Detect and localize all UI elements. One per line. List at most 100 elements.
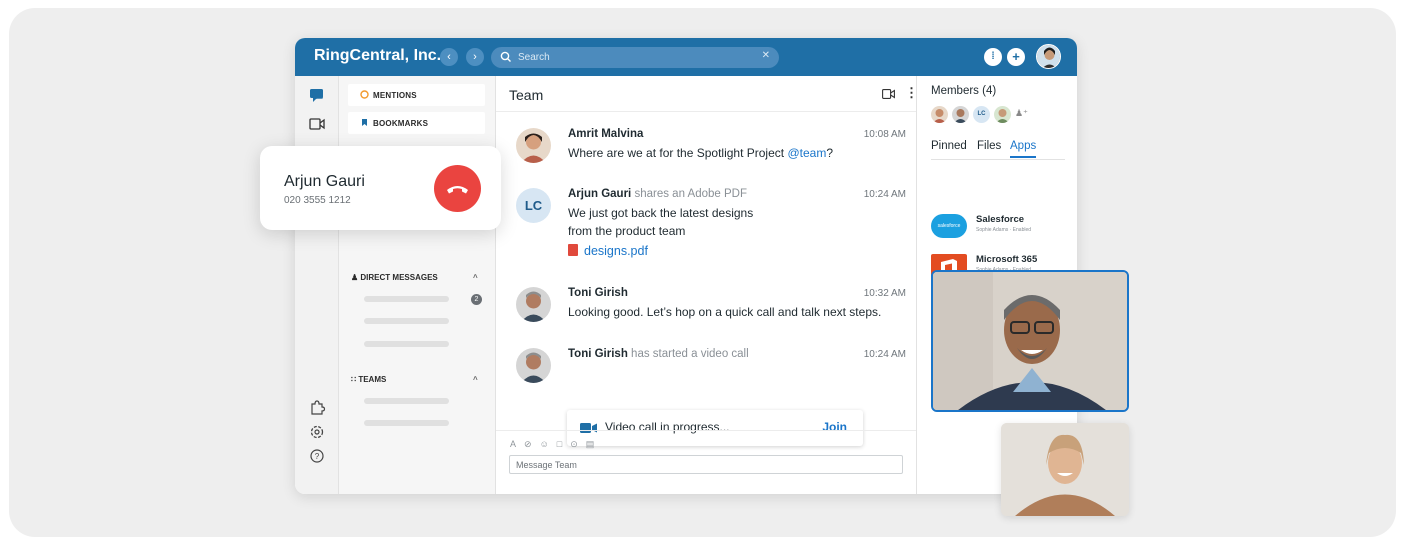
mentions-item[interactable]: MENTIONS [348, 84, 485, 106]
message-text: Looking good. Let’s hop on a quick call … [568, 305, 882, 319]
team-placeholder[interactable] [364, 420, 449, 426]
participant-video-tile[interactable] [1001, 423, 1129, 516]
message: LC Arjun Gauri shares an Adobe PDF 10:24… [516, 188, 911, 268]
search-box[interactable]: ✕ [491, 47, 779, 68]
direct-messages-header[interactable]: ♟ DIRECT MESSAGES ^ [351, 273, 478, 282]
tab-pinned[interactable]: Pinned [931, 140, 967, 152]
dialpad-icon[interactable]: ⁞ [984, 48, 1002, 66]
dm-placeholder[interactable] [364, 318, 449, 324]
caller-number: 020 3555 1212 [284, 195, 351, 206]
app-name: Microsoft 365 [976, 254, 1038, 265]
attach-icon[interactable]: ⊘ [524, 439, 540, 449]
bookmarks-item[interactable]: BOOKMARKS [348, 112, 485, 134]
message-time: 10:08 AM [863, 129, 906, 140]
conversation-sidebar: MENTIONS BOOKMARKS ♟ DIRECT MESSAGES ^ 2… [339, 76, 496, 494]
gif-icon[interactable]: □ [557, 439, 570, 449]
svg-text:?: ? [315, 452, 320, 461]
message-input[interactable] [509, 455, 903, 474]
member-avatar[interactable] [931, 106, 948, 123]
app-status: Sophie Adams · Enabled [976, 227, 1032, 233]
teams-icon: ∷ [351, 375, 357, 384]
message-author[interactable]: Amrit Malvina [568, 128, 643, 140]
message: Toni Girish has started a video call 10:… [516, 348, 911, 388]
app-item-salesforce[interactable]: salesforce Salesforce Sophie Adams · Ena… [931, 214, 1071, 250]
new-action-icon[interactable]: + [1007, 48, 1025, 66]
note-icon[interactable]: ▤ [586, 439, 603, 449]
file-name[interactable]: designs.pdf [584, 244, 648, 258]
members-label[interactable]: Members (4) [931, 85, 996, 97]
message-author[interactable]: Toni Girish has started a video call [568, 348, 749, 360]
chat-header: Team ⋮ [496, 76, 918, 112]
member-avatar[interactable]: LC [973, 106, 990, 123]
chevron-up-icon[interactable]: ^ [473, 273, 478, 282]
message-author[interactable]: Toni Girish [568, 287, 628, 299]
person-icon: ♟ [351, 273, 359, 282]
video-call-icon[interactable] [882, 89, 895, 99]
participant-video-tile[interactable] [931, 270, 1129, 412]
avatar[interactable]: LC [516, 188, 551, 223]
conversation-title: Team [509, 87, 544, 103]
help-icon[interactable]: ? [307, 446, 327, 466]
member-avatar[interactable] [952, 106, 969, 123]
messages-icon[interactable] [307, 86, 327, 106]
avatar[interactable] [516, 287, 551, 322]
dm-placeholder[interactable] [364, 296, 449, 302]
apps-puzzle-icon[interactable] [307, 398, 327, 418]
search-icon [500, 51, 511, 62]
message-text: from the product team [568, 224, 686, 238]
forward-button[interactable]: › [466, 48, 484, 66]
search-input[interactable] [518, 49, 748, 66]
message: Toni Girish 10:32 AM Looking good. Let’s… [516, 287, 911, 327]
message-time: 10:24 AM [863, 349, 906, 360]
dm-placeholder[interactable] [364, 341, 449, 347]
pdf-icon [568, 244, 578, 256]
tab-files[interactable]: Files [977, 140, 1001, 152]
message-time: 10:32 AM [863, 288, 906, 299]
composer-toolbar: A⊘☺□⊙▤ [510, 439, 602, 450]
mention-tool-icon[interactable]: ⊙ [570, 439, 586, 449]
tab-apps[interactable]: Apps [1010, 140, 1037, 158]
chat-panel: Team ⋮ Amrit Malvina 10:08 AM Where are … [496, 76, 918, 494]
app-window: RingCentral, Inc. ‹ › ✕ ⁞ + ? MENTIONS B… [295, 38, 1077, 494]
teams-header[interactable]: ∷ TEAMS ^ [351, 375, 478, 384]
mention-icon [360, 90, 369, 99]
back-button[interactable]: ‹ [440, 48, 458, 66]
caller-name: Arjun Gauri [284, 173, 365, 190]
details-tabs: Pinned Files Apps [931, 140, 1065, 160]
salesforce-logo: salesforce [931, 214, 967, 238]
top-bar: RingCentral, Inc. ‹ › ✕ ⁞ + [295, 38, 1077, 76]
avatar[interactable] [516, 348, 551, 383]
participant-video-image [1001, 423, 1129, 516]
unread-badge: 2 [471, 294, 482, 305]
bookmark-icon [362, 119, 367, 126]
format-icon[interactable]: A [510, 439, 524, 449]
mentions-label: MENTIONS [373, 91, 417, 100]
team-placeholder[interactable] [364, 398, 449, 404]
message: Amrit Malvina 10:08 AM Where are we at f… [516, 128, 911, 168]
teams-label: TEAMS [358, 375, 387, 384]
add-member-icon[interactable]: ♟⁺ [1015, 108, 1028, 119]
message-text: Where are we at for the Spotlight Projec… [568, 146, 833, 160]
left-rail: ? [295, 76, 339, 494]
avatar[interactable] [516, 128, 551, 163]
team-mention-link[interactable]: @team [787, 146, 826, 160]
message-composer: A⊘☺□⊙▤ [496, 430, 916, 494]
chevron-up-icon[interactable]: ^ [473, 375, 478, 384]
direct-messages-label: DIRECT MESSAGES [360, 273, 438, 282]
clear-search-icon[interactable]: ✕ [762, 50, 770, 61]
bookmarks-label: BOOKMARKS [373, 119, 429, 128]
user-avatar[interactable] [1036, 44, 1061, 69]
message-text: We just got back the latest designs [568, 206, 754, 220]
message-author[interactable]: Arjun Gauri shares an Adobe PDF [568, 188, 747, 200]
emoji-icon[interactable]: ☺ [540, 439, 557, 449]
video-icon[interactable] [307, 114, 327, 134]
participant-video-image [933, 272, 1127, 410]
settings-icon[interactable] [307, 422, 327, 442]
app-name: Salesforce [976, 214, 1025, 225]
member-avatar[interactable] [994, 106, 1011, 123]
file-attachment[interactable]: designs.pdf [568, 244, 648, 258]
incoming-call-popup: Arjun Gauri 020 3555 1212 [260, 146, 501, 230]
hang-up-button[interactable] [434, 165, 481, 212]
hang-up-icon [447, 186, 468, 194]
brand-title: RingCentral, Inc. [314, 47, 442, 64]
